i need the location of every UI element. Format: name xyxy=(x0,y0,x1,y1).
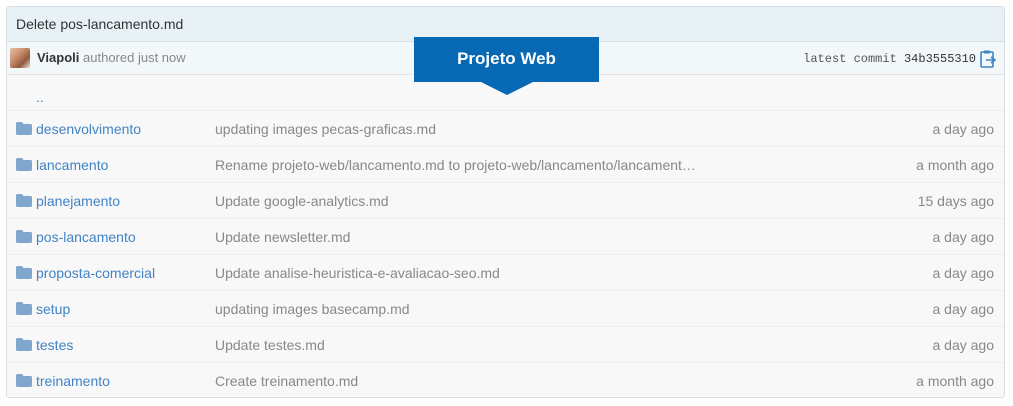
file-name-link[interactable]: treinamento xyxy=(36,363,110,397)
folder-icon xyxy=(16,122,32,135)
file-commit-message[interactable]: Update newsletter.md xyxy=(215,219,350,255)
file-row: planejamento Update google-analytics.md 15… xyxy=(7,183,1004,219)
clipboard-icon[interactable] xyxy=(980,50,996,68)
avatar[interactable] xyxy=(10,48,30,68)
folder-icon xyxy=(16,302,32,315)
file-row: treinamento Create treinamento.md a month … xyxy=(7,363,1004,397)
file-name-link[interactable]: planejamento xyxy=(36,183,120,219)
file-commit-message[interactable]: Update analise-heuristica-e-avaliacao-se… xyxy=(215,255,500,291)
latest-commit: latest commit 34b3555310 xyxy=(803,42,976,76)
author-name[interactable]: Viapoli xyxy=(37,50,79,65)
file-commit-message[interactable]: Create treinamento.md xyxy=(215,363,358,397)
file-age: 15 days ago xyxy=(917,193,994,209)
folder-icon xyxy=(16,194,32,207)
folder-icon xyxy=(16,374,32,387)
file-commit-message[interactable]: updating images pecas-graficas.md xyxy=(215,111,436,147)
folder-icon xyxy=(16,338,32,351)
file-commit-message[interactable]: Rename projeto-web/lancamento.md to proj… xyxy=(215,147,696,183)
projeto-web-banner: Projeto Web xyxy=(414,37,599,82)
folder-icon xyxy=(16,230,32,243)
folder-icon xyxy=(16,158,32,171)
banner-arrow xyxy=(481,82,533,95)
file-age: a day ago xyxy=(932,301,995,317)
file-age: a day ago xyxy=(932,121,995,137)
parent-dir-link[interactable]: .. xyxy=(36,89,44,105)
file-commit-message[interactable]: Update testes.md xyxy=(215,327,325,363)
file-commit-message[interactable]: updating images basecamp.md xyxy=(215,291,410,327)
file-name-link[interactable]: lancamento xyxy=(36,147,108,183)
file-row: desenvolvimento updating images pecas-gra… xyxy=(7,111,1004,147)
file-name-link[interactable]: desenvolvimento xyxy=(36,111,141,147)
file-age: a day ago xyxy=(932,265,995,281)
file-row: pos-lancamento Update newsletter.md a day … xyxy=(7,219,1004,255)
file-row: setup updating images basecamp.md a day ag… xyxy=(7,291,1004,327)
commit-sha[interactable]: 34b3555310 xyxy=(904,52,976,66)
latest-commit-label: latest commit xyxy=(803,52,897,66)
file-age: a month ago xyxy=(916,373,994,389)
file-name-link[interactable]: proposta-comercial xyxy=(36,255,155,291)
file-row: proposta-comercial Update analise-heurist… xyxy=(7,255,1004,291)
file-age: a day ago xyxy=(932,337,995,353)
file-age: a day ago xyxy=(932,229,995,245)
file-row: lancamento Rename projeto-web/lancamento.… xyxy=(7,147,1004,183)
file-name-link[interactable]: setup xyxy=(36,291,70,327)
file-commit-message[interactable]: Update google-analytics.md xyxy=(215,183,389,219)
folder-icon xyxy=(16,266,32,279)
authored-text: authored just now xyxy=(83,50,186,65)
file-age: a month ago xyxy=(916,157,994,173)
file-row: testes Update testes.md a day ago xyxy=(7,327,1004,363)
file-name-link[interactable]: testes xyxy=(36,327,73,363)
commit-author-line: Viapoli authored just now xyxy=(37,42,186,74)
file-name-link[interactable]: pos-lancamento xyxy=(36,219,136,255)
